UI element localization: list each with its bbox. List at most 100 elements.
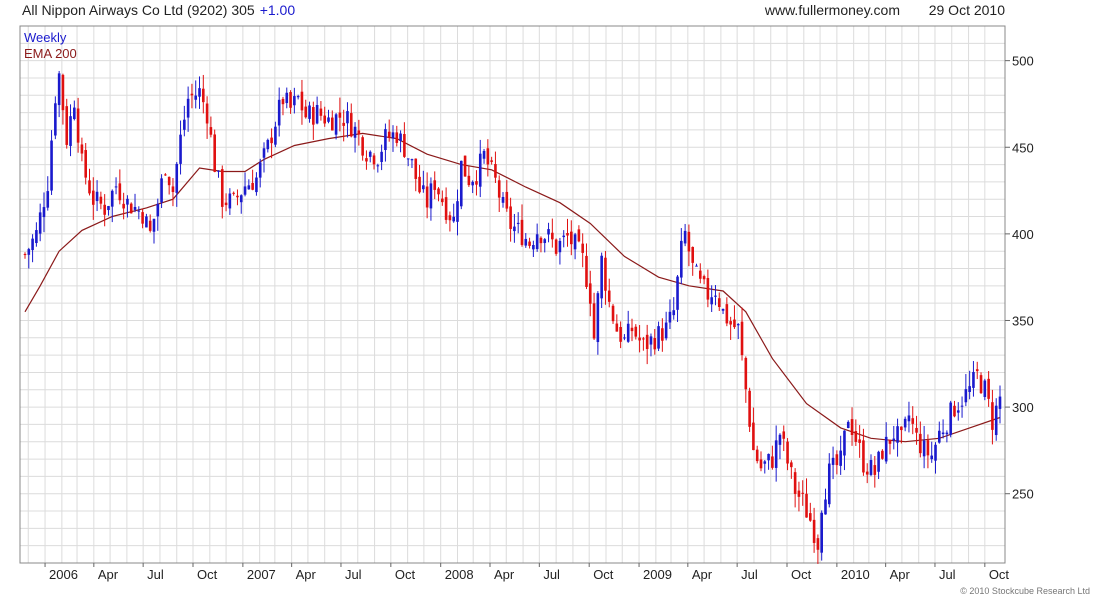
candle-body <box>873 465 877 475</box>
candle-body <box>186 98 190 118</box>
candle-body <box>733 319 736 328</box>
price-chart: 250 300 350 400 450 500 2006 Apr Jul Oct 2007 Apr Ju… <box>19 2 1090 596</box>
candle-body <box>293 96 296 106</box>
candle-body <box>926 440 930 456</box>
candle-body <box>941 432 945 435</box>
candle-body <box>213 134 216 172</box>
candle-body <box>365 158 368 162</box>
y-tick-label: 450 <box>1012 140 1034 155</box>
candle-body <box>786 441 789 464</box>
x-tick-label: 2008 <box>445 567 474 582</box>
candle-body <box>361 137 364 156</box>
candle-body <box>126 198 129 205</box>
candle-body <box>668 311 672 323</box>
candle-body <box>471 181 474 186</box>
candle-body <box>816 538 820 550</box>
y-tick-label: 500 <box>1012 54 1034 69</box>
candle-body <box>224 202 228 206</box>
candle-body <box>607 290 611 302</box>
candle-body <box>865 471 869 475</box>
candle-body <box>740 321 744 356</box>
candle-body <box>797 490 801 497</box>
candle-body <box>888 439 892 444</box>
x-tick-label: Oct <box>395 567 416 582</box>
candle-body <box>46 191 50 208</box>
candle-body <box>771 456 774 468</box>
candle-body <box>395 132 399 143</box>
candle-body <box>251 182 254 190</box>
candle-body <box>482 150 486 159</box>
candle-body <box>755 449 759 462</box>
candle-body <box>520 219 524 245</box>
candle-body <box>110 190 114 207</box>
candle-body <box>179 134 182 164</box>
candle-body <box>444 197 448 220</box>
candle-body <box>547 229 550 235</box>
candle-body <box>592 303 596 339</box>
candle-body <box>243 186 247 195</box>
candle-body <box>441 198 444 203</box>
candle-body <box>342 122 345 126</box>
candle-body <box>911 418 915 424</box>
candle-body <box>266 139 270 150</box>
candle-body <box>501 196 505 203</box>
candle-body <box>972 371 975 388</box>
candle-body <box>736 324 740 326</box>
candle-body <box>80 144 84 154</box>
candle-body <box>968 386 971 392</box>
candle-body <box>304 106 308 118</box>
candle-body <box>588 283 592 304</box>
candle-body <box>710 297 713 305</box>
candle-body <box>368 151 372 157</box>
candle-body <box>422 185 425 190</box>
candle-body <box>752 422 755 451</box>
candle-body <box>418 176 421 193</box>
candle-body <box>35 230 38 244</box>
candle-body <box>532 244 535 250</box>
candle-body <box>50 140 53 191</box>
candle-body <box>205 103 209 124</box>
candle-body <box>661 328 664 341</box>
candle-body <box>258 162 262 178</box>
x-tick-label: Apr <box>296 567 317 582</box>
candle-body <box>486 148 490 165</box>
candle-body <box>949 402 952 435</box>
candle-body <box>714 295 717 297</box>
candle-body <box>399 133 402 141</box>
candle-body <box>717 298 721 307</box>
candle-body <box>129 203 133 214</box>
candle-body <box>945 432 949 435</box>
candle-body <box>459 160 463 207</box>
candle-body <box>95 191 99 202</box>
candle-body <box>274 126 277 145</box>
candle-body <box>805 493 808 518</box>
candle-body <box>380 151 383 163</box>
candle-body <box>554 239 558 254</box>
candle-body <box>979 375 983 394</box>
plot-frame <box>19 25 1006 564</box>
candle-body <box>330 117 334 131</box>
candle-body <box>577 229 581 242</box>
candle-body <box>809 513 812 521</box>
candle-body <box>414 158 418 179</box>
candle-body <box>23 254 27 256</box>
candle-body <box>103 204 106 215</box>
candle-body <box>626 323 630 342</box>
candle-body <box>657 326 660 349</box>
candle-body <box>630 327 634 332</box>
candle-body <box>767 453 770 461</box>
candle-body <box>998 396 1002 409</box>
chart-container: 250 300 350 400 450 500 2006 Apr Jul Oct 2007 Apr Ju… <box>0 0 1100 600</box>
candle-body <box>141 212 144 224</box>
x-tick-label: 2006 <box>49 567 78 582</box>
candle-body <box>835 454 839 466</box>
candle-body <box>308 105 311 119</box>
candle-body <box>672 310 676 316</box>
candle-body <box>505 191 509 209</box>
x-tick-label: Oct <box>197 567 218 582</box>
candle-body <box>429 183 433 209</box>
x-tick-label: 2007 <box>247 567 276 582</box>
candle-body <box>31 238 34 251</box>
candle-body <box>312 107 315 125</box>
candle-body <box>562 235 566 238</box>
